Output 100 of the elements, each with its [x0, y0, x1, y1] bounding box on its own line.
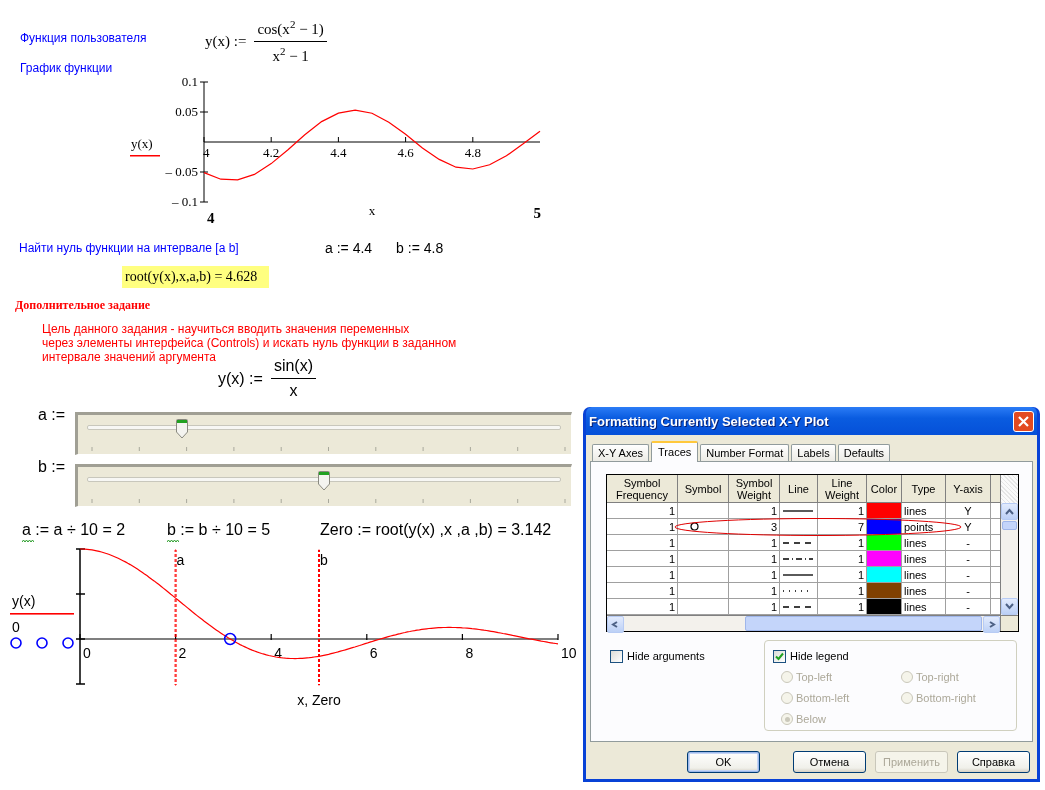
table-cell: 1 [817, 534, 867, 551]
axis-label: x [368, 203, 376, 218]
scroll-thumb[interactable] [1002, 521, 1017, 530]
legend-label: 0 [12, 619, 20, 635]
formula-text: y(x) := [218, 369, 263, 388]
checkbox[interactable] [773, 649, 786, 663]
tick-label: – 0.1 [172, 194, 198, 209]
label-text: Найти нуль функции на интервале [a b] [19, 241, 240, 255]
scroll-button[interactable] [607, 616, 624, 633]
legend-label: y(x) [131, 136, 153, 151]
table-cell: - [945, 582, 991, 599]
root-marker [223, 632, 237, 646]
color-swatch[interactable] [867, 599, 901, 614]
denominator: x$^{2}$ − 1 [272, 43, 309, 65]
table-cell: - [945, 550, 991, 567]
tab[interactable]: Defaults [837, 444, 891, 461]
table-cell: 1 [817, 598, 867, 615]
marker-label: a [176, 552, 185, 568]
tick-label: 0.05 [175, 104, 198, 119]
radio-button[interactable] [901, 671, 913, 683]
column-header: Symbol Weight [728, 475, 780, 503]
color-swatch[interactable] [867, 567, 901, 582]
radio-button[interactable] [781, 671, 793, 683]
scroll-thumb[interactable] [745, 616, 982, 631]
marker-label: b [320, 552, 328, 568]
column-header: Type [901, 475, 946, 503]
scroll-button[interactable] [1001, 598, 1018, 615]
dialog-button[interactable]: Справка [957, 751, 1030, 773]
tick-label: 0 [83, 645, 91, 661]
chevron-icon [1005, 508, 1014, 515]
numerator: cos(x$^{2}$ − 1) [254, 17, 327, 42]
table-cell: 1 [607, 534, 678, 551]
radio-button[interactable] [781, 692, 793, 704]
table-cell: - [945, 566, 991, 583]
check-icon [775, 651, 784, 661]
label-text: График функции [20, 61, 113, 75]
formula-text: Zero := root(y(x) ,x ,a ,b) = 3.142 [320, 521, 552, 538]
table-cell: 1 [607, 582, 678, 599]
table-cell: Y [945, 502, 991, 519]
table-cell: lines [901, 582, 946, 599]
table-cell: lines [901, 550, 946, 567]
table-cell: 1 [607, 518, 678, 535]
formula-text: a := 4.4 [325, 240, 373, 256]
color-swatch[interactable] [867, 503, 901, 518]
line-style-icon [782, 572, 814, 577]
table-cell: 1 [728, 566, 780, 583]
denominator: x [289, 381, 298, 400]
close-icon [1018, 415, 1029, 427]
result-formula: root(y(x),x,a,b) = 4.628 [122, 266, 270, 288]
radio-button[interactable] [901, 692, 913, 704]
color-swatch[interactable] [867, 535, 901, 550]
tab[interactable]: X-Y Axes [592, 444, 650, 461]
tick-label: 2 [178, 645, 187, 661]
table-cell: 1 [607, 550, 678, 567]
radio-button[interactable] [781, 713, 793, 725]
color-swatch[interactable] [867, 551, 901, 566]
variable-label: b := [37, 458, 67, 476]
window-title: Formatting Currently Selected X-Y Plot [589, 413, 829, 429]
dialog-button[interactable]: Отмена [793, 751, 866, 773]
table-cell: 1 [728, 582, 780, 599]
header-filler [1001, 475, 1018, 503]
checkbox-label[interactable]: Hide legend [790, 650, 849, 662]
circle-icon [690, 522, 699, 531]
table-cell: Y [945, 518, 991, 535]
slider-thumb[interactable] [318, 471, 330, 491]
tab[interactable]: Number Format [700, 444, 790, 461]
tab[interactable]: Traces [651, 441, 699, 462]
horizontal-scrollbar[interactable] [607, 615, 1000, 631]
checkbox[interactable] [610, 649, 623, 663]
table-cell: 1 [728, 502, 780, 519]
column-header: Y-axis [945, 475, 991, 503]
scroll-button[interactable] [1001, 503, 1018, 520]
table-cell: - [945, 534, 991, 551]
tick-label: 4 [203, 145, 210, 160]
table-cell: 1 [817, 582, 867, 599]
legend-label: y(x) [12, 593, 36, 609]
table-cell: 3 [728, 518, 780, 535]
table-cell: 1 [817, 550, 867, 567]
table-cell: 1 [607, 598, 678, 615]
variable-label: a := [37, 406, 67, 424]
slider-thumb[interactable] [176, 419, 189, 439]
close-button[interactable] [1013, 410, 1034, 432]
dialog-button[interactable]: OK [687, 751, 760, 773]
checkbox-label[interactable]: Hide arguments [627, 650, 705, 662]
legend-line [130, 155, 160, 157]
tab[interactable]: Labels [791, 444, 836, 461]
line-style-icon [782, 604, 814, 609]
line-style-icon [782, 556, 814, 561]
vertical-scrollbar[interactable] [1001, 503, 1018, 615]
axis-label: x, Zero [297, 692, 341, 708]
formula-text: b := 4.8 [396, 240, 444, 256]
table-cell: 7 [817, 518, 867, 535]
section-heading: Дополнительное задание [15, 298, 151, 313]
table-cell: 1 [607, 502, 678, 519]
table-cell: 1 [607, 566, 678, 583]
color-swatch[interactable] [867, 583, 901, 598]
scroll-button[interactable] [983, 616, 1000, 633]
line-style-icon [782, 540, 814, 545]
formula-text: a := a ÷ 10 = 2 [22, 521, 126, 538]
tick-label: – 0.05 [165, 164, 198, 179]
